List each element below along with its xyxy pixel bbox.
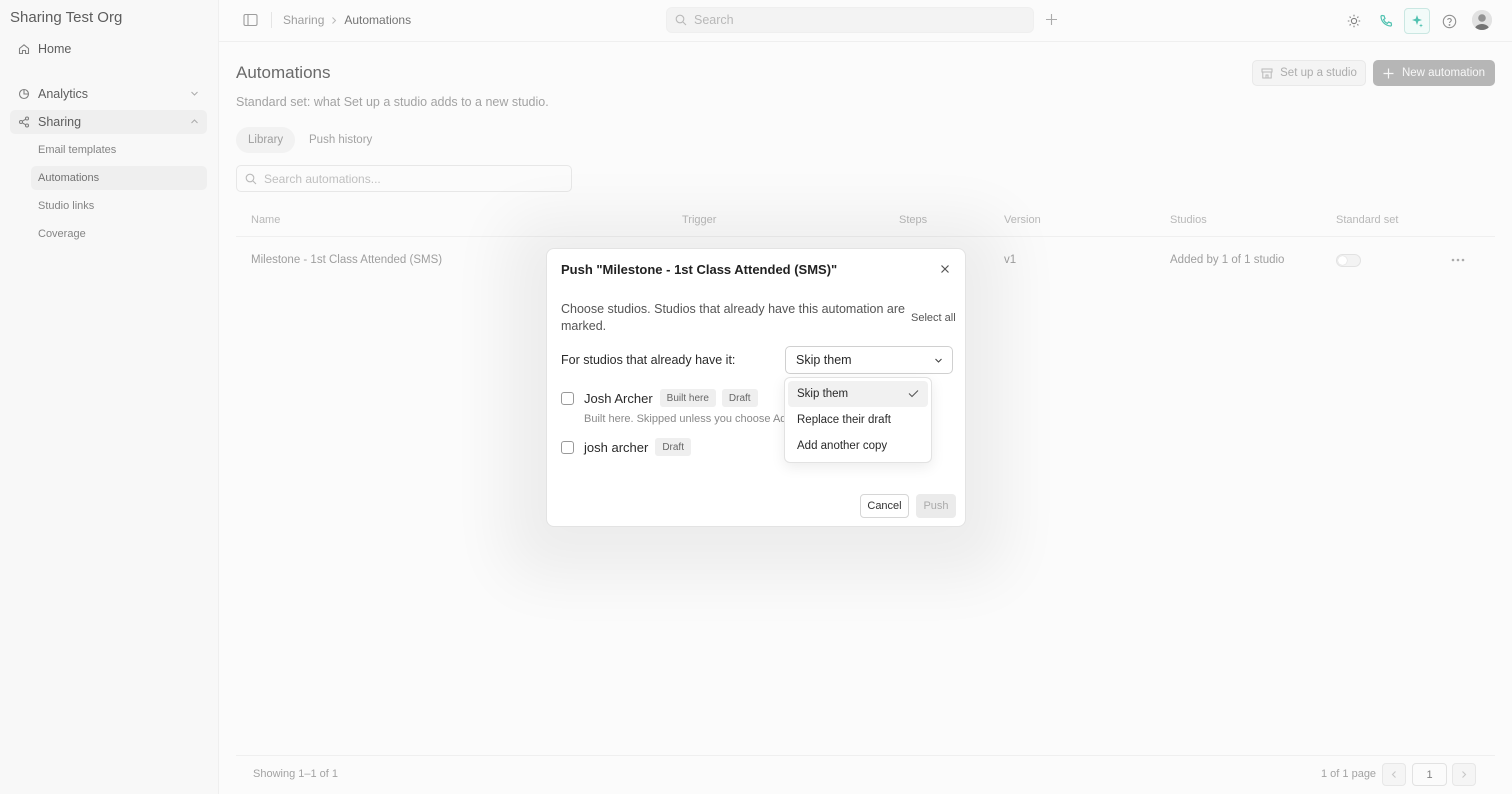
status-badge: Draft (655, 438, 691, 456)
studio-note: Built here. Skipped unless you choose Ad… (584, 413, 784, 425)
studio-name: Josh Archer (584, 390, 653, 406)
close-icon[interactable] (938, 262, 952, 276)
menu-item-add-copy[interactable]: Add another copy (788, 433, 928, 459)
status-badge: Built here (659, 389, 716, 407)
studio-row: Josh Archer Built here Draft (561, 389, 764, 407)
push-button[interactable]: Push (916, 494, 956, 518)
modal-title: Push "Milestone - 1st Class Attended (SM… (561, 262, 838, 277)
menu-item-label: Skip them (797, 388, 849, 400)
studio-checkbox[interactable] (561, 391, 574, 405)
select-value: Skip them (796, 353, 852, 367)
studio-row: josh archer Draft (561, 438, 697, 456)
status-badge: Draft (721, 389, 758, 407)
dropdown-menu: Skip them Replace their draft Add anothe… (784, 377, 932, 463)
menu-item-label: Replace their draft (797, 414, 891, 426)
existing-behavior-select[interactable]: Skip them (785, 346, 953, 374)
studio-name: josh archer (584, 439, 649, 455)
check-icon (908, 389, 919, 398)
modal-description: Choose studios. Studios that already hav… (561, 302, 905, 333)
select-all-button[interactable]: Select all (911, 312, 956, 324)
cancel-button[interactable]: Cancel (860, 494, 909, 518)
studio-checkbox[interactable] (561, 440, 574, 454)
menu-item-skip-them[interactable]: Skip them (788, 381, 928, 407)
chevron-down-icon (934, 356, 943, 365)
menu-item-replace-draft[interactable]: Replace their draft (788, 407, 928, 433)
existing-studios-label: For studios that already have it: (561, 353, 736, 367)
menu-item-label: Add another copy (797, 440, 888, 452)
